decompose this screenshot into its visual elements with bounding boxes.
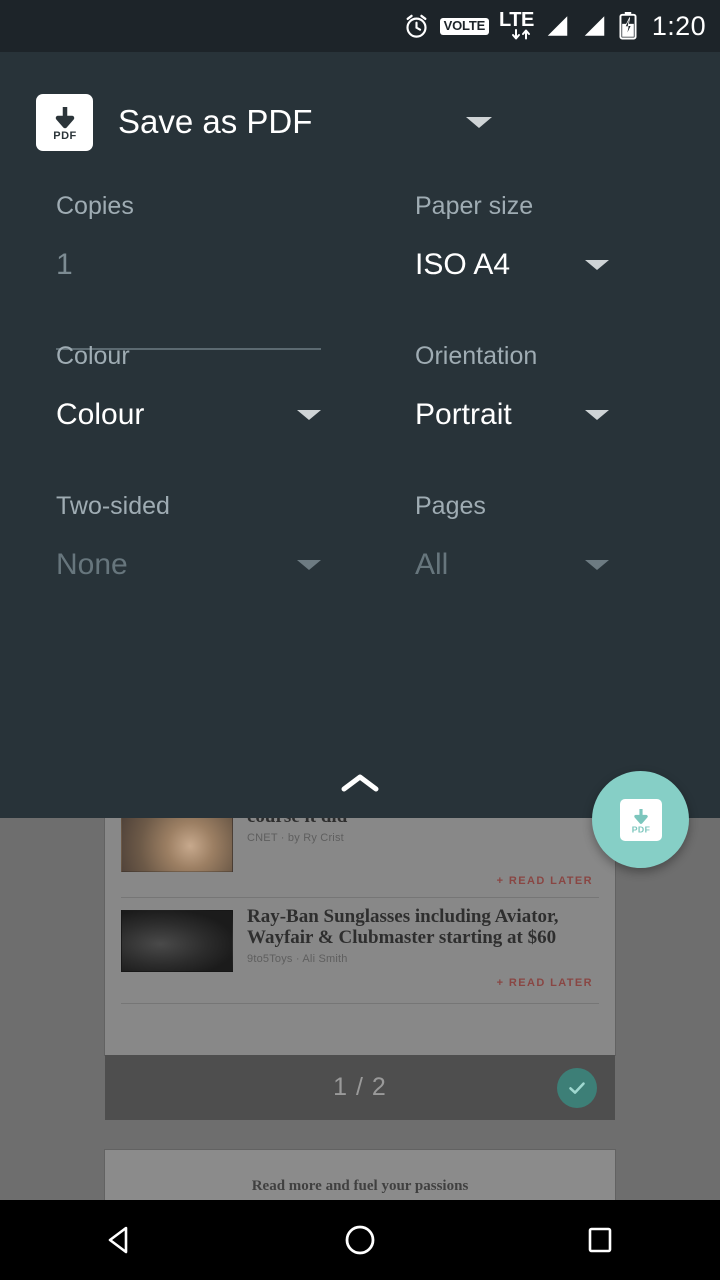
option-colour[interactable]: Colour xyxy=(56,342,130,371)
option-value: ISO A4 xyxy=(415,248,511,281)
two-sided-dropdown[interactable]: None xyxy=(56,548,321,582)
list-divider xyxy=(121,1003,599,1004)
status-bar-clock: 1:20 xyxy=(651,10,706,41)
preview-footer-text: Read more and fuel your passions xyxy=(251,1178,469,1194)
paper-size-dropdown[interactable]: ISO A4 xyxy=(415,248,665,282)
option-value: All xyxy=(415,548,449,581)
page-indicator-bar: 1 / 2 xyxy=(105,1055,615,1120)
chevron-down-icon[interactable] xyxy=(585,260,609,270)
page-indicator-label: 1 / 2 xyxy=(333,1073,387,1101)
chevron-up-icon xyxy=(339,771,381,802)
option-two-sided[interactable]: Two-sided xyxy=(56,492,170,521)
lte-network-icon: LTE xyxy=(499,10,534,42)
printer-selector[interactable]: PDF Save as PDF xyxy=(0,82,720,162)
list-divider xyxy=(121,897,599,898)
back-triangle-icon[interactable] xyxy=(60,1200,180,1280)
article-thumbnail-image xyxy=(121,910,233,972)
save-as-pdf-icon: PDF xyxy=(619,798,662,841)
read-later-button[interactable]: + READ LATER xyxy=(497,875,593,887)
read-later-button[interactable]: + READ LATER xyxy=(497,977,593,989)
article-thumbnail-image xyxy=(121,810,233,872)
save-as-pdf-icon: PDF xyxy=(36,93,93,151)
option-value: Colour xyxy=(56,398,145,431)
list-item[interactable]: Ray-Ban Sunglasses including Aviator, Wa… xyxy=(105,906,615,972)
chevron-down-icon[interactable] xyxy=(297,560,321,570)
copies-input[interactable]: 1 xyxy=(56,248,73,282)
option-label: Copies xyxy=(56,192,134,220)
article-title: Ray-Ban Sunglasses including Aviator, Wa… xyxy=(247,906,559,948)
option-value: None xyxy=(56,548,128,581)
option-pages[interactable]: Pages xyxy=(415,492,486,521)
option-label: Two-sided xyxy=(56,492,170,520)
chevron-down-icon[interactable] xyxy=(585,410,609,420)
save-pdf-fab-button[interactable]: PDF xyxy=(592,771,689,868)
chevron-down-icon[interactable] xyxy=(466,117,492,146)
pages-dropdown[interactable]: All xyxy=(415,548,665,582)
article-source: 9to5Toys · Ali Smith xyxy=(247,953,348,965)
battery-charging-icon xyxy=(618,12,638,40)
option-value: 1 xyxy=(56,248,73,281)
signal-bars-icon xyxy=(544,13,571,39)
print-options-panel: PDF Save as PDF Copies 1 Paper size ISO … xyxy=(0,52,720,818)
option-label: Orientation xyxy=(415,342,538,370)
chevron-down-icon[interactable] xyxy=(585,560,609,570)
option-orientation[interactable]: Orientation xyxy=(415,342,537,371)
svg-text:PDF: PDF xyxy=(53,130,77,142)
home-circle-icon[interactable] xyxy=(300,1200,420,1280)
recents-square-icon[interactable] xyxy=(540,1200,660,1280)
chevron-down-icon[interactable] xyxy=(297,410,321,420)
option-label: Paper size xyxy=(415,192,534,220)
option-copies[interactable]: Copies xyxy=(56,192,134,221)
orientation-dropdown[interactable]: Portrait xyxy=(415,398,665,432)
signal-bars-icon xyxy=(581,13,608,39)
status-bar: VOLTE LTE 1:20 xyxy=(0,0,720,52)
svg-text:PDF: PDF xyxy=(631,824,650,834)
option-paper-size[interactable]: Paper size xyxy=(415,192,533,221)
option-label: Colour xyxy=(56,342,130,370)
alarm-clock-icon xyxy=(403,13,430,40)
option-value: Portrait xyxy=(415,398,512,431)
phone-screen: course it did CNET · by Ry Crist + READ … xyxy=(0,0,720,1280)
option-label: Pages xyxy=(415,492,486,520)
volte-icon: VOLTE xyxy=(439,17,490,35)
check-circle-icon xyxy=(557,1067,597,1108)
printer-name-label: Save as PDF xyxy=(118,103,313,140)
colour-dropdown[interactable]: Colour xyxy=(56,398,321,432)
android-navigation-bar xyxy=(0,1200,720,1280)
article-source: CNET · by Ry Crist xyxy=(247,832,344,844)
